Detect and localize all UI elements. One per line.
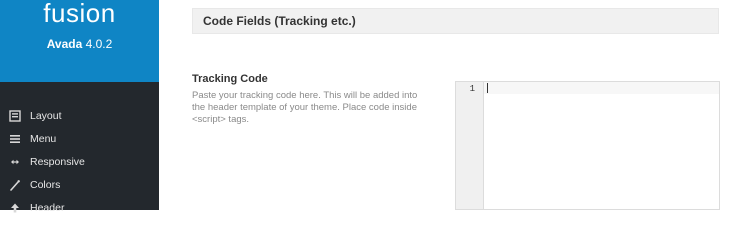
tracking-code-editor[interactable]: 1 bbox=[455, 81, 720, 210]
sidebar-item-responsive[interactable]: Responsive bbox=[0, 150, 159, 173]
sidebar-item-menu[interactable]: Menu bbox=[0, 127, 159, 150]
version-text: Avada 4.0.2 bbox=[0, 37, 159, 51]
sidebar-menu: Layout Menu Responsive Colors Header bbox=[0, 104, 159, 219]
responsive-icon bbox=[8, 155, 22, 169]
sidebar-item-label: Colors bbox=[30, 178, 61, 191]
editor-content[interactable] bbox=[490, 83, 717, 95]
main-content: Code Fields (Tracking etc.) Tracking Cod… bbox=[159, 0, 745, 210]
section-header: Code Fields (Tracking etc.) bbox=[192, 8, 719, 34]
tracking-code-label: Tracking Code bbox=[192, 73, 268, 85]
menu-icon bbox=[8, 132, 22, 146]
layout-icon bbox=[8, 109, 22, 123]
sidebar-item-label: Header bbox=[30, 201, 65, 214]
sidebar-item-label: Responsive bbox=[30, 155, 85, 168]
editor-gutter: 1 bbox=[456, 82, 484, 209]
sidebar: fusion Avada 4.0.2 Layout Menu Responsiv… bbox=[0, 0, 159, 214]
fusion-logo: fusion bbox=[43, 0, 116, 28]
sidebar-item-colors[interactable]: Colors bbox=[0, 173, 159, 196]
line-number: 1 bbox=[469, 84, 475, 94]
brand-area: fusion Avada 4.0.2 bbox=[0, 0, 159, 82]
sidebar-item-header[interactable]: Header bbox=[0, 196, 159, 219]
sidebar-item-label: Menu bbox=[30, 132, 57, 145]
text-caret bbox=[487, 83, 488, 93]
section-title: Code Fields (Tracking etc.) bbox=[203, 14, 356, 28]
colors-icon bbox=[8, 178, 22, 192]
sidebar-item-layout[interactable]: Layout bbox=[0, 104, 159, 127]
sidebar-item-label: Layout bbox=[30, 109, 62, 122]
header-icon bbox=[8, 201, 22, 215]
version-label: Avada bbox=[46, 37, 83, 51]
tracking-code-description: Paste your tracking code here. This will… bbox=[192, 90, 418, 125]
version-number: 4.0.2 bbox=[85, 37, 113, 51]
